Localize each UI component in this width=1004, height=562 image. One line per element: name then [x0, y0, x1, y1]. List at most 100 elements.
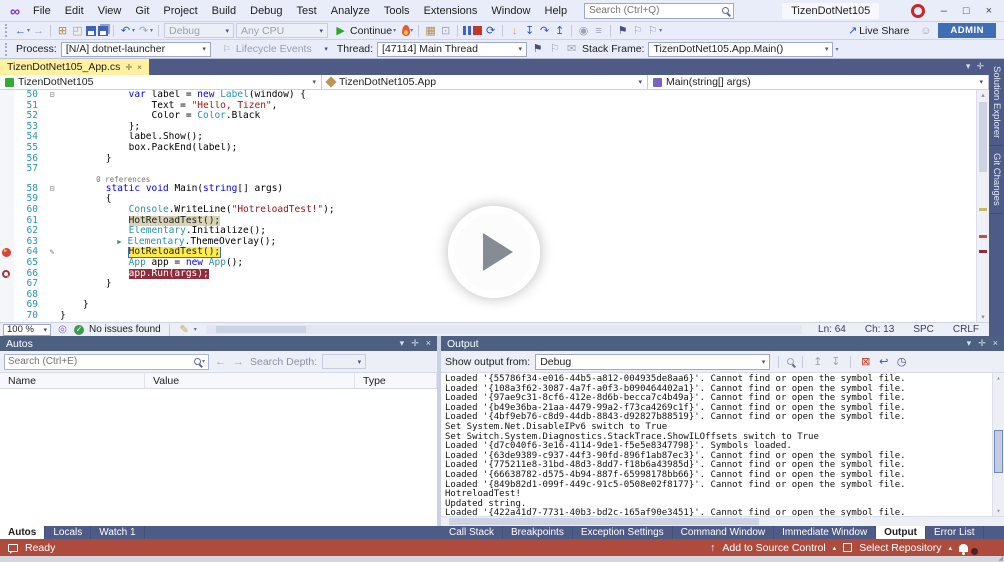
search-input[interactable]	[589, 5, 719, 16]
clear-all-icon[interactable]: ⊠	[859, 355, 872, 369]
bookmark-caret-icon[interactable]: ▾	[659, 27, 662, 34]
flag-just-my-code-icon[interactable]: ⚐	[548, 42, 561, 56]
pin-icon[interactable]: ✛	[978, 338, 986, 349]
menu-help[interactable]: Help	[538, 5, 575, 17]
output-horizontal-scrollbar[interactable]	[441, 516, 1004, 526]
tab-output[interactable]: Output	[876, 526, 926, 539]
output-vertical-scrollbar[interactable]: ▴ ▾	[992, 373, 1004, 516]
output-title-bar[interactable]: Output ▾ ✛ ×	[441, 336, 1004, 351]
scroll-down-icon[interactable]: ▾	[993, 507, 1004, 515]
pin-icon[interactable]: ✛	[125, 63, 132, 72]
redo-icon[interactable]: ↷	[137, 24, 150, 38]
navigate-back-caret-icon[interactable]: ▾	[27, 27, 30, 34]
toolbox-icon[interactable]: ▦	[424, 24, 437, 38]
window-position-caret-icon[interactable]: ▾	[967, 338, 972, 349]
tab-breakpoints[interactable]: Breakpoints	[503, 526, 573, 539]
tab-tizendotnet105-app-cs[interactable]: TizenDotNet105_App.cs ✛ ×	[0, 59, 149, 75]
column-header-name[interactable]: Name	[0, 373, 145, 388]
show-next-statement-icon[interactable]: ↓	[508, 24, 521, 38]
column-indicator[interactable]: Ch: 13	[858, 324, 901, 335]
tab-immediate-window[interactable]: Immediate Window	[774, 526, 876, 539]
scroll-up-icon[interactable]: ▴	[993, 374, 1004, 382]
search-back-icon[interactable]: ←	[214, 355, 227, 369]
next-message-icon[interactable]: ↧	[829, 355, 842, 369]
repository-caret-icon[interactable]: ▴	[948, 544, 952, 552]
menu-edit[interactable]: Edit	[58, 5, 91, 17]
zoom-combo[interactable]: 100 %▾	[3, 324, 51, 336]
video-play-button[interactable]	[448, 206, 540, 298]
tab-watch-1[interactable]: Watch 1	[91, 526, 144, 539]
pin-icon[interactable]: ✛	[411, 338, 419, 349]
admin-button[interactable]: ADMIN	[938, 23, 996, 38]
output-source-combo[interactable]: Debug▾	[535, 354, 770, 370]
undo-icon[interactable]: ↶	[119, 24, 132, 38]
menu-git[interactable]: Git	[128, 5, 156, 17]
fold-marker-icon[interactable]: ⊟	[44, 184, 60, 195]
stack-frame-combo[interactable]: TizenDotNet105.App.Main()▾	[648, 42, 833, 57]
autos-search-box[interactable]: ▾	[4, 354, 209, 370]
process-combo[interactable]: [N/A] dotnet-launcher▾	[61, 42, 211, 57]
hot-reload-icon[interactable]	[402, 25, 410, 36]
continue-button[interactable]: ▶ Continue ▾	[330, 24, 400, 38]
previous-message-icon[interactable]: ↥	[811, 355, 824, 369]
redo-caret-icon[interactable]: ▾	[150, 27, 153, 34]
editor-vertical-scrollbar[interactable]: ▴ ▾	[976, 90, 989, 322]
code-cleanup-caret-icon[interactable]: ▾	[194, 326, 197, 333]
side-tab-git-changes[interactable]: Git Changes	[990, 146, 1003, 214]
threads-window-icon[interactable]: ≡	[592, 24, 605, 38]
next-bookmark-icon[interactable]: ⚐	[646, 24, 659, 38]
codelens-text[interactable]: 0 references	[60, 175, 989, 184]
code-cleanup-icon[interactable]: ✎	[178, 323, 191, 337]
hot-reload-caret-icon[interactable]: ▾	[410, 27, 413, 34]
menu-debug[interactable]: Debug	[243, 5, 289, 17]
stop-debugging-icon[interactable]	[473, 26, 482, 35]
menu-project[interactable]: Project	[156, 5, 204, 17]
find-message-icon[interactable]	[787, 358, 794, 365]
breakpoints-window-icon[interactable]: ◉	[577, 24, 590, 38]
tab-list-caret-icon[interactable]: ▾	[966, 61, 971, 72]
navigate-forward-icon[interactable]: →	[32, 24, 45, 38]
feedback-icon[interactable]: ☺	[919, 24, 932, 38]
new-project-icon[interactable]: ⊞	[56, 24, 69, 38]
close-panel-icon[interactable]: ×	[426, 338, 431, 349]
tab-exception-settings[interactable]: Exception Settings	[573, 526, 673, 539]
autos-grid-body[interactable]	[0, 389, 437, 526]
search-depth-combo[interactable]: ▾	[322, 354, 366, 369]
window-position-caret-icon[interactable]: ▾	[400, 338, 405, 349]
tab-call-stack[interactable]: Call Stack	[441, 526, 503, 539]
save-icon[interactable]	[86, 26, 96, 36]
scrollbar-thumb[interactable]	[216, 326, 306, 333]
search-forward-icon[interactable]: →	[232, 355, 245, 369]
solution-configuration-combo[interactable]: Debug▾	[164, 23, 234, 38]
open-file-icon[interactable]: ◰	[71, 24, 84, 38]
spaces-indicator[interactable]: SPC	[906, 324, 941, 335]
step-over-icon[interactable]: ↷	[538, 24, 551, 38]
menu-build[interactable]: Build	[205, 5, 243, 17]
autos-title-bar[interactable]: Autos ▾ ✛ ×	[0, 336, 437, 351]
step-into-icon[interactable]: ↧	[523, 24, 536, 38]
solution-platform-combo[interactable]: Any CPU▾	[236, 23, 328, 38]
line-indicator[interactable]: Ln: 64	[811, 324, 853, 335]
restart-icon[interactable]: ⟳	[484, 24, 497, 38]
output-content[interactable]: Loaded '{55786f34-e016-44b5-a812-004935d…	[441, 373, 1004, 516]
word-wrap-icon[interactable]: ↩	[877, 355, 890, 369]
add-to-source-control-button[interactable]: Add to Source Control	[722, 542, 825, 554]
lifecycle-events-combo[interactable]: ⚐ Lifecycle Events▾	[215, 42, 333, 57]
health-text[interactable]: No issues found	[89, 324, 161, 335]
side-tab-solution-explorer[interactable]: Solution Explorer	[990, 59, 1003, 146]
prev-bookmark-icon[interactable]: ⚐	[631, 24, 644, 38]
tab-error-list[interactable]: Error List	[926, 526, 984, 539]
toolbar-grip[interactable]	[5, 24, 9, 37]
menu-analyze[interactable]: Analyze	[324, 5, 377, 17]
navigate-back-icon[interactable]: ←	[14, 24, 27, 38]
deploy-icon[interactable]: ⊡	[439, 24, 452, 38]
scrollbar-thumb[interactable]	[449, 518, 759, 525]
notifications-bell-icon[interactable]	[959, 544, 968, 552]
scroll-up-icon[interactable]: ▴	[977, 91, 989, 99]
menu-extensions[interactable]: Extensions	[417, 5, 485, 17]
search-options-caret-icon[interactable]: ▾	[202, 358, 205, 365]
breakpoint-icon[interactable]: ▸	[0, 247, 14, 258]
document-health-icon[interactable]: ◎	[56, 323, 69, 337]
maximize-button[interactable]: □	[963, 5, 970, 17]
menu-file[interactable]: File	[26, 5, 58, 17]
